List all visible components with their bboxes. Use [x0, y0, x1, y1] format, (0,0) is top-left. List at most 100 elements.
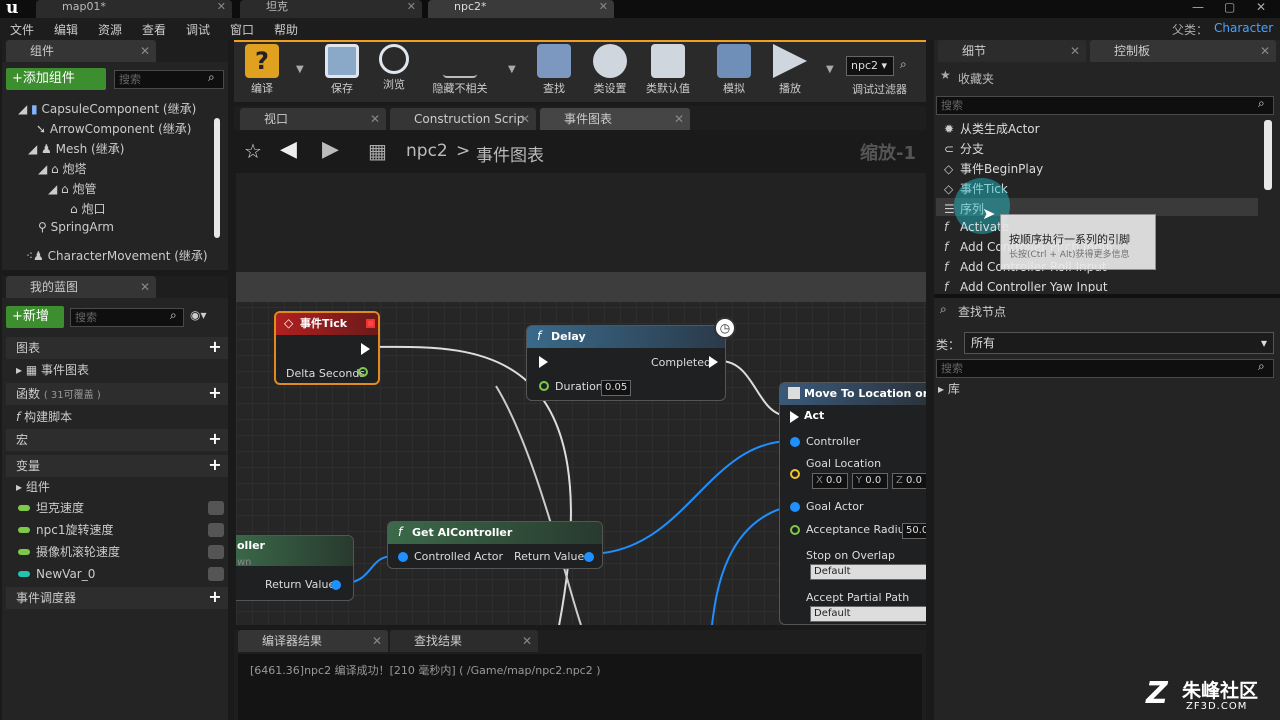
eye-toggle-icon[interactable]: [208, 545, 224, 559]
float-pin[interactable]: [358, 367, 368, 377]
tab-my-blueprint[interactable]: 我的蓝图 ✕: [6, 276, 156, 298]
tab-event-graph[interactable]: 事件图表 ✕: [540, 108, 690, 130]
object-pin[interactable]: [790, 437, 800, 447]
close-icon[interactable]: ✕: [407, 0, 416, 14]
minimize-button[interactable]: —: [1192, 0, 1204, 14]
palette-item[interactable]: ⊂ 分支: [944, 140, 984, 157]
tree-muzzle[interactable]: ⌂ 炮口: [70, 200, 105, 217]
variable-item[interactable]: npc1旋转速度: [6, 519, 228, 541]
add-graph-icon[interactable]: +: [208, 339, 222, 355]
float-pin[interactable]: [790, 525, 800, 535]
tab-details[interactable]: 细节 ✕: [938, 40, 1086, 62]
menu-file[interactable]: 文件: [10, 21, 34, 38]
parent-class-value[interactable]: Character: [1214, 21, 1273, 35]
class-filter-select[interactable]: 所有 ▾: [964, 332, 1274, 354]
goal-z-input[interactable]: Z 0.0: [892, 473, 926, 489]
scrollbar[interactable]: [214, 118, 220, 238]
menu-view[interactable]: 查看: [142, 21, 166, 38]
close-icon[interactable]: ✕: [1070, 40, 1080, 62]
class-settings-button[interactable]: 类设置: [586, 44, 634, 96]
tree-mesh[interactable]: ◢ ♟ Mesh (继承): [28, 140, 124, 157]
graphs-section[interactable]: 图表 +: [6, 337, 228, 359]
find-button[interactable]: 查找: [530, 44, 578, 96]
close-icon[interactable]: ✕: [370, 108, 380, 130]
eye-toggle-icon[interactable]: [208, 501, 224, 515]
play-button[interactable]: 播放: [766, 44, 814, 96]
object-pin[interactable]: [398, 552, 408, 562]
duration-input[interactable]: 0.05: [601, 380, 631, 396]
simulate-button[interactable]: 模拟: [710, 44, 758, 96]
close-window-button[interactable]: ✕: [1256, 0, 1266, 14]
add-dispatcher-icon[interactable]: +: [208, 589, 222, 605]
dispatchers-section[interactable]: 事件调度器 +: [6, 587, 228, 609]
tree-turret[interactable]: ◢ ⌂ 炮塔: [38, 160, 87, 177]
partial-controller-node[interactable]: oller wn Return Value: [236, 535, 354, 601]
compile-button[interactable]: ? 编译: [238, 44, 286, 96]
variable-item[interactable]: 摄像机滚轮速度: [6, 541, 228, 563]
menu-debug[interactable]: 调试: [186, 21, 210, 38]
close-icon[interactable]: ✕: [372, 630, 382, 652]
new-button[interactable]: +新增: [6, 306, 64, 328]
tab-find-results[interactable]: 查找结果 ✕: [390, 630, 538, 652]
close-icon[interactable]: ✕: [520, 108, 530, 130]
tab-palette[interactable]: 控制板 ✕: [1090, 40, 1276, 62]
add-macro-icon[interactable]: +: [208, 431, 222, 447]
search-icon[interactable]: ⌕: [900, 57, 907, 72]
object-pin[interactable]: [790, 502, 800, 512]
chevron-down-icon[interactable]: ▼: [826, 64, 834, 75]
float-pin[interactable]: [539, 381, 549, 391]
add-variable-icon[interactable]: +: [208, 457, 222, 473]
close-icon[interactable]: ✕: [599, 0, 608, 14]
menu-edit[interactable]: 编辑: [54, 21, 78, 38]
palette-item[interactable]: f Add Controller Yaw Input: [944, 280, 1108, 292]
doc-tab-map01[interactable]: map01* ✕: [36, 0, 232, 18]
close-icon[interactable]: ✕: [674, 108, 684, 130]
close-icon[interactable]: ✕: [217, 0, 226, 14]
close-icon[interactable]: ✕: [522, 630, 532, 652]
splitter[interactable]: [934, 294, 1280, 298]
save-button[interactable]: 保存: [318, 44, 366, 96]
palette-item[interactable]: ✹ 从类生成Actor: [944, 120, 1040, 137]
construction-script-item[interactable]: f 构建脚本: [6, 406, 228, 428]
tree-capsule[interactable]: ◢ ▮ CapsuleComponent (继承): [18, 100, 196, 117]
debug-object-select[interactable]: npc2 ▾: [846, 56, 894, 76]
doc-tab-npc2[interactable]: npc2* ✕: [428, 0, 614, 18]
exec-in-pin[interactable]: [790, 411, 799, 423]
goal-x-input[interactable]: X 0.0: [812, 473, 848, 489]
palette-search-input[interactable]: 搜索: [936, 96, 1274, 115]
get-ai-controller-node[interactable]: Get AIController f Controlled Actor Retu…: [387, 521, 603, 569]
tree-charmovement[interactable]: ⁖♟ CharacterMovement (继承): [26, 247, 208, 264]
event-tick-node[interactable]: 事件Tick ◇ Delta Seconds: [274, 311, 380, 385]
favorites-header[interactable]: 收藏夹: [958, 70, 994, 87]
tree-barrel[interactable]: ◢ ⌂ 炮管: [48, 180, 97, 197]
tab-compiler-results[interactable]: 编译器结果 ✕: [238, 630, 388, 652]
delegate-pin-icon[interactable]: [366, 319, 375, 328]
stop-on-overlap-select[interactable]: Default: [810, 564, 926, 580]
scrollbar[interactable]: [1264, 120, 1272, 190]
exec-out-pin[interactable]: [709, 356, 718, 368]
palette-item[interactable]: ◇ 事件BeginPlay: [944, 160, 1043, 177]
close-icon[interactable]: ✕: [140, 40, 150, 62]
variables-section[interactable]: 变量 +: [6, 455, 228, 477]
macros-section[interactable]: 宏 +: [6, 429, 228, 451]
library-item[interactable]: ▸ 库: [938, 380, 960, 397]
hide-unrelated-button[interactable]: 隐藏不相关: [428, 44, 492, 96]
chevron-down-icon[interactable]: ▼: [296, 64, 304, 75]
find-nodes-search-input[interactable]: 搜索: [936, 359, 1274, 378]
add-component-button[interactable]: +添加组件: [6, 68, 106, 90]
doc-tab-tank[interactable]: 坦克 ✕: [240, 0, 422, 18]
add-function-icon[interactable]: +: [208, 385, 222, 401]
variable-item[interactable]: 坦克速度: [6, 497, 228, 519]
variable-item[interactable]: NewVar_0: [6, 563, 228, 585]
goal-y-input[interactable]: Y 0.0: [852, 473, 888, 489]
acceptance-radius-input[interactable]: 50.0: [902, 523, 926, 539]
chevron-down-icon[interactable]: ▼: [508, 64, 516, 75]
eye-toggle-icon[interactable]: [208, 523, 224, 537]
tab-viewport[interactable]: 视口 ✕: [240, 108, 386, 130]
event-graph-item[interactable]: ▸ ▦ 事件图表: [6, 359, 228, 381]
move-to-location-node[interactable]: Move To Location or Act Controller Goal …: [779, 382, 926, 625]
menu-help[interactable]: 帮助: [274, 21, 298, 38]
menu-window[interactable]: 窗口: [230, 21, 254, 38]
object-pin[interactable]: [584, 552, 594, 562]
browse-button[interactable]: 浏览: [370, 44, 418, 92]
